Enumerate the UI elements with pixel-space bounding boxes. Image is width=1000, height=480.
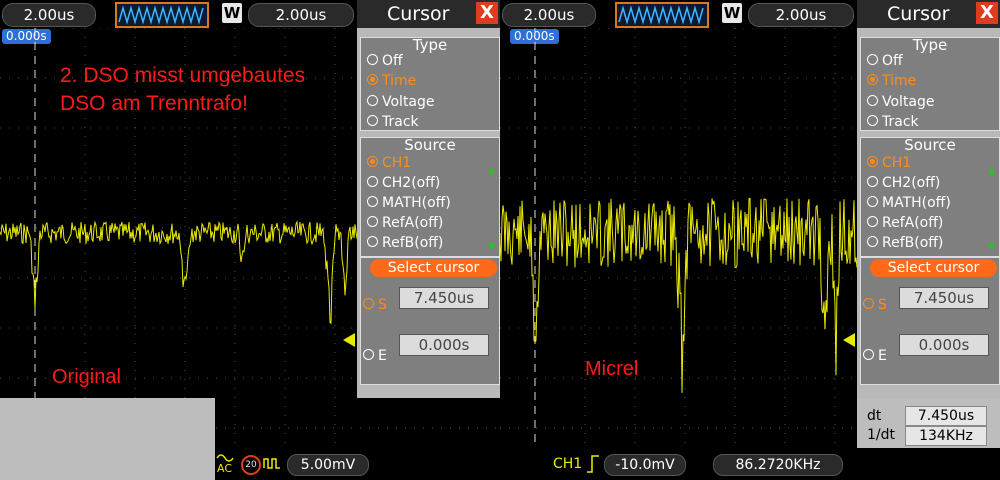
measurement-box: dt 7.450us 1/dt 134KHz	[857, 398, 1000, 448]
cursor-menu: Cursor X Type Off Time Voltage Track Sou…	[857, 0, 1000, 448]
type-option-off[interactable]: Off	[367, 52, 403, 70]
right-scope-screen: 2.00us W 2.00us 0.000s Micrel Cursor X T…	[500, 0, 1000, 480]
source-option-math[interactable]: MATH(off)	[867, 194, 951, 212]
type-option-off[interactable]: Off	[867, 52, 903, 70]
select-cursor-button[interactable]: Select cursor	[370, 259, 497, 277]
window-badge[interactable]: W	[722, 3, 742, 23]
type-group: Type Off Time Voltage Track	[360, 37, 500, 131]
type-option-track[interactable]: Track	[867, 113, 919, 131]
source-option-refa[interactable]: RefA(off)	[367, 214, 443, 232]
timebase-left[interactable]: 2.00us	[2, 3, 96, 27]
cursor-e-option[interactable]: E	[363, 347, 387, 365]
window-badge[interactable]: W	[222, 3, 242, 23]
trigger-source: CH1	[553, 456, 583, 472]
source-option-math[interactable]: MATH(off)	[367, 194, 451, 212]
ch1-scale[interactable]: 5.00mV	[287, 454, 369, 476]
type-title: Type	[412, 36, 448, 54]
trigger-edge-icon	[587, 455, 599, 473]
close-icon[interactable]: X	[476, 2, 498, 24]
dt-label: dt	[867, 408, 882, 424]
cursor-s-option[interactable]: S	[863, 296, 887, 314]
cursor-marker-icon[interactable]	[343, 333, 355, 347]
cursor-e-value[interactable]: 0.000s	[899, 334, 989, 356]
scroll-up-icon[interactable]: ▲	[488, 166, 495, 176]
type-option-voltage[interactable]: Voltage	[367, 93, 435, 111]
source-title: Source	[404, 136, 456, 154]
source-option-refb[interactable]: RefB(off)	[367, 234, 443, 252]
type-option-track[interactable]: Track	[367, 113, 419, 131]
cursor-s-value[interactable]: 7.450us	[399, 287, 489, 309]
caption-micrel: Micrel	[585, 358, 639, 380]
type-option-time[interactable]: Time	[367, 72, 416, 90]
inv-dt-label: 1/dt	[867, 427, 895, 443]
window-waveform-icon	[115, 2, 209, 28]
source-option-refb[interactable]: RefB(off)	[867, 234, 943, 252]
close-icon[interactable]: X	[976, 2, 998, 24]
source-option-ch1[interactable]: CH1	[867, 154, 911, 172]
source-group: Source CH1 CH2(off) MATH(off) RefA(off) …	[360, 137, 500, 257]
frequency-counter: 86.2720KHz	[713, 454, 843, 476]
scroll-down-icon[interactable]: ▼	[988, 242, 995, 252]
annotation-line-1: 2. DSO misst umgebautes	[60, 64, 306, 87]
source-option-refa[interactable]: RefA(off)	[867, 214, 943, 232]
source-option-ch2[interactable]: CH2(off)	[867, 174, 940, 192]
timebase-right[interactable]: 2.00us	[748, 3, 854, 27]
cursor-s-option[interactable]: S	[363, 296, 387, 314]
source-option-ch1[interactable]: CH1	[367, 154, 411, 172]
type-title: Type	[912, 36, 948, 54]
scroll-down-icon[interactable]: ▼	[488, 242, 495, 252]
scroll-up-icon[interactable]: ▲	[988, 166, 995, 176]
source-option-ch2[interactable]: CH2(off)	[367, 174, 440, 192]
pulse-icon	[263, 458, 280, 469]
annotation-line-2: DSO am Trenntrafo!	[60, 92, 248, 115]
timebase-right[interactable]: 2.00us	[248, 3, 354, 27]
type-option-voltage[interactable]: Voltage	[867, 93, 935, 111]
inv-dt-value: 134KHz	[905, 426, 987, 446]
cursor-marker-icon[interactable]	[843, 333, 855, 347]
timebase-left[interactable]: 2.00us	[502, 3, 596, 27]
type-option-time[interactable]: Time	[867, 72, 916, 90]
cursor-e-option[interactable]: E	[863, 347, 887, 365]
bandwidth-limit-icon: 20	[241, 455, 261, 475]
coupling-label: AC	[217, 462, 233, 475]
dt-value: 7.450us	[905, 406, 987, 426]
type-group: Type Off Time Voltage Track	[860, 37, 1000, 131]
status-bar: AC 20 5.00mV CH1 -10.0mV 86.2720KHz	[215, 448, 1000, 480]
cursor-s-value[interactable]: 7.450us	[899, 287, 989, 309]
trigger-level[interactable]: -10.0mV	[604, 454, 686, 476]
caption-original: Original	[52, 366, 121, 388]
window-waveform-icon	[615, 2, 709, 28]
source-group: Source CH1 CH2(off) MATH(off) RefA(off) …	[860, 137, 1000, 257]
left-scope-screen: 2.00us W 2.00us 0.000s 2. DSO misst umge…	[0, 0, 500, 480]
cursor-menu: Cursor X Type Off Time Voltage Track Sou…	[357, 0, 500, 398]
grey-area	[0, 398, 215, 480]
select-cursor-button[interactable]: Select cursor	[870, 259, 997, 277]
source-title: Source	[904, 136, 956, 154]
cursor-e-value[interactable]: 0.000s	[399, 334, 489, 356]
